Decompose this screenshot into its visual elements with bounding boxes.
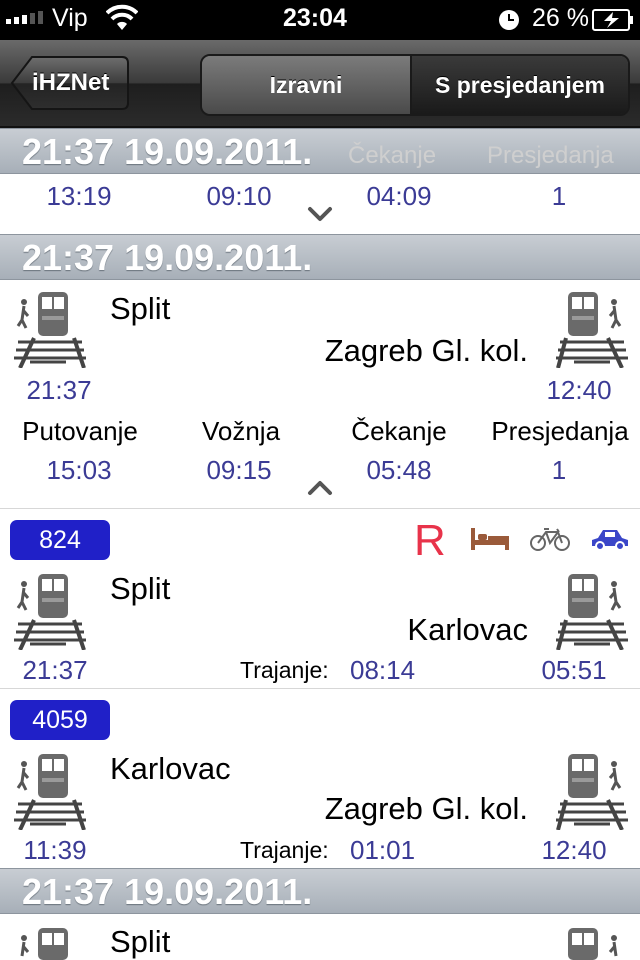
arrival-station: Zagreb Gl. kol.	[324, 791, 528, 826]
route-datetime: 21:37 19.09.2011.	[22, 131, 313, 172]
departure-time: 21:37	[26, 375, 92, 405]
ride-time-value: 09:15	[206, 455, 272, 485]
bicycle-icon	[530, 528, 570, 551]
arrival-time: 12:40	[541, 835, 607, 865]
label-transfers: Presjedanja	[491, 416, 629, 446]
departure-station: Split	[110, 571, 171, 606]
departure-time: 21:37	[22, 655, 88, 685]
arrival-station: Karlovac	[407, 612, 528, 647]
train-number-badge: 824	[10, 520, 110, 560]
departure-train-icon	[20, 928, 68, 960]
reservation-r-icon: R	[414, 516, 446, 565]
waiting-time-value: 05:48	[366, 455, 432, 485]
arrival-train-icon	[556, 754, 628, 830]
departure-time: 11:39	[23, 835, 87, 865]
label-travel-time: Putovanje	[22, 416, 138, 446]
chevron-up-icon[interactable]	[307, 480, 333, 496]
status-time: 23:04	[283, 4, 347, 32]
travel-time-value: 13:19	[46, 181, 112, 211]
duration-label: Trajanje:	[240, 837, 329, 863]
wifi-icon	[106, 4, 138, 30]
waiting-time-value: 04:09	[366, 181, 432, 211]
navigation-bar: iHZNet Izravni S presjedanjem	[0, 40, 640, 128]
arrival-train-icon	[556, 574, 628, 650]
carrier-name: Vip	[52, 4, 88, 32]
train-number-badge: 4059	[10, 700, 110, 740]
arrival-time: 12:40	[546, 375, 612, 405]
duration-value: 08:14	[350, 655, 416, 685]
transfers-value: 1	[551, 455, 567, 485]
battery-charging-icon	[592, 9, 633, 31]
back-button-label: iHZNet	[32, 69, 110, 96]
transfers-value: 1	[551, 181, 567, 211]
arrival-train-icon	[556, 292, 628, 368]
travel-time-value: 15:03	[46, 455, 112, 485]
segment-direct[interactable]: Izravni	[202, 56, 412, 114]
chevron-down-icon[interactable]	[307, 206, 333, 222]
arrival-train-icon	[568, 928, 618, 960]
status-bar: Vip 23:04 26 %	[0, 0, 640, 40]
back-button[interactable]: iHZNet	[10, 55, 130, 111]
ride-time-value: 09:10	[206, 181, 272, 211]
ghost-label-transfers: Presjedanja	[487, 142, 614, 169]
route-datetime: 21:37 19.09.2011.	[22, 871, 313, 912]
departure-train-icon	[14, 292, 86, 368]
row-divider	[0, 688, 640, 689]
departure-station: Karlovac	[110, 751, 231, 786]
battery-percent: 26 %	[532, 4, 589, 32]
label-ride-time: Vožnja	[201, 416, 281, 446]
ghost-label-waiting: Čekanje	[348, 142, 437, 169]
signal-bars-icon	[6, 11, 43, 24]
departure-station: Split	[110, 291, 171, 326]
route-section-header: 21:37 19.09.2011.	[0, 868, 640, 914]
row-divider	[0, 508, 640, 509]
bed-icon	[471, 528, 509, 550]
arrival-station: Zagreb Gl. kol.	[324, 333, 528, 368]
route-section-header: 21:37 19.09.2011.	[0, 234, 640, 280]
route-type-segmented-control: Izravni S presjedanjem	[200, 54, 630, 116]
departure-train-icon	[14, 754, 86, 830]
departure-station: Split	[110, 924, 171, 959]
clock-icon	[499, 10, 519, 30]
car-icon	[592, 530, 628, 551]
segment-with-transfer[interactable]: S presjedanjem	[412, 56, 628, 114]
arrival-time: 05:51	[541, 655, 607, 685]
duration-value: 01:01	[350, 835, 416, 865]
label-waiting-time: Čekanje	[351, 416, 447, 446]
duration-label: Trajanje:	[240, 657, 329, 683]
route-datetime: 21:37 19.09.2011.	[22, 237, 313, 278]
departure-train-icon	[14, 574, 86, 650]
